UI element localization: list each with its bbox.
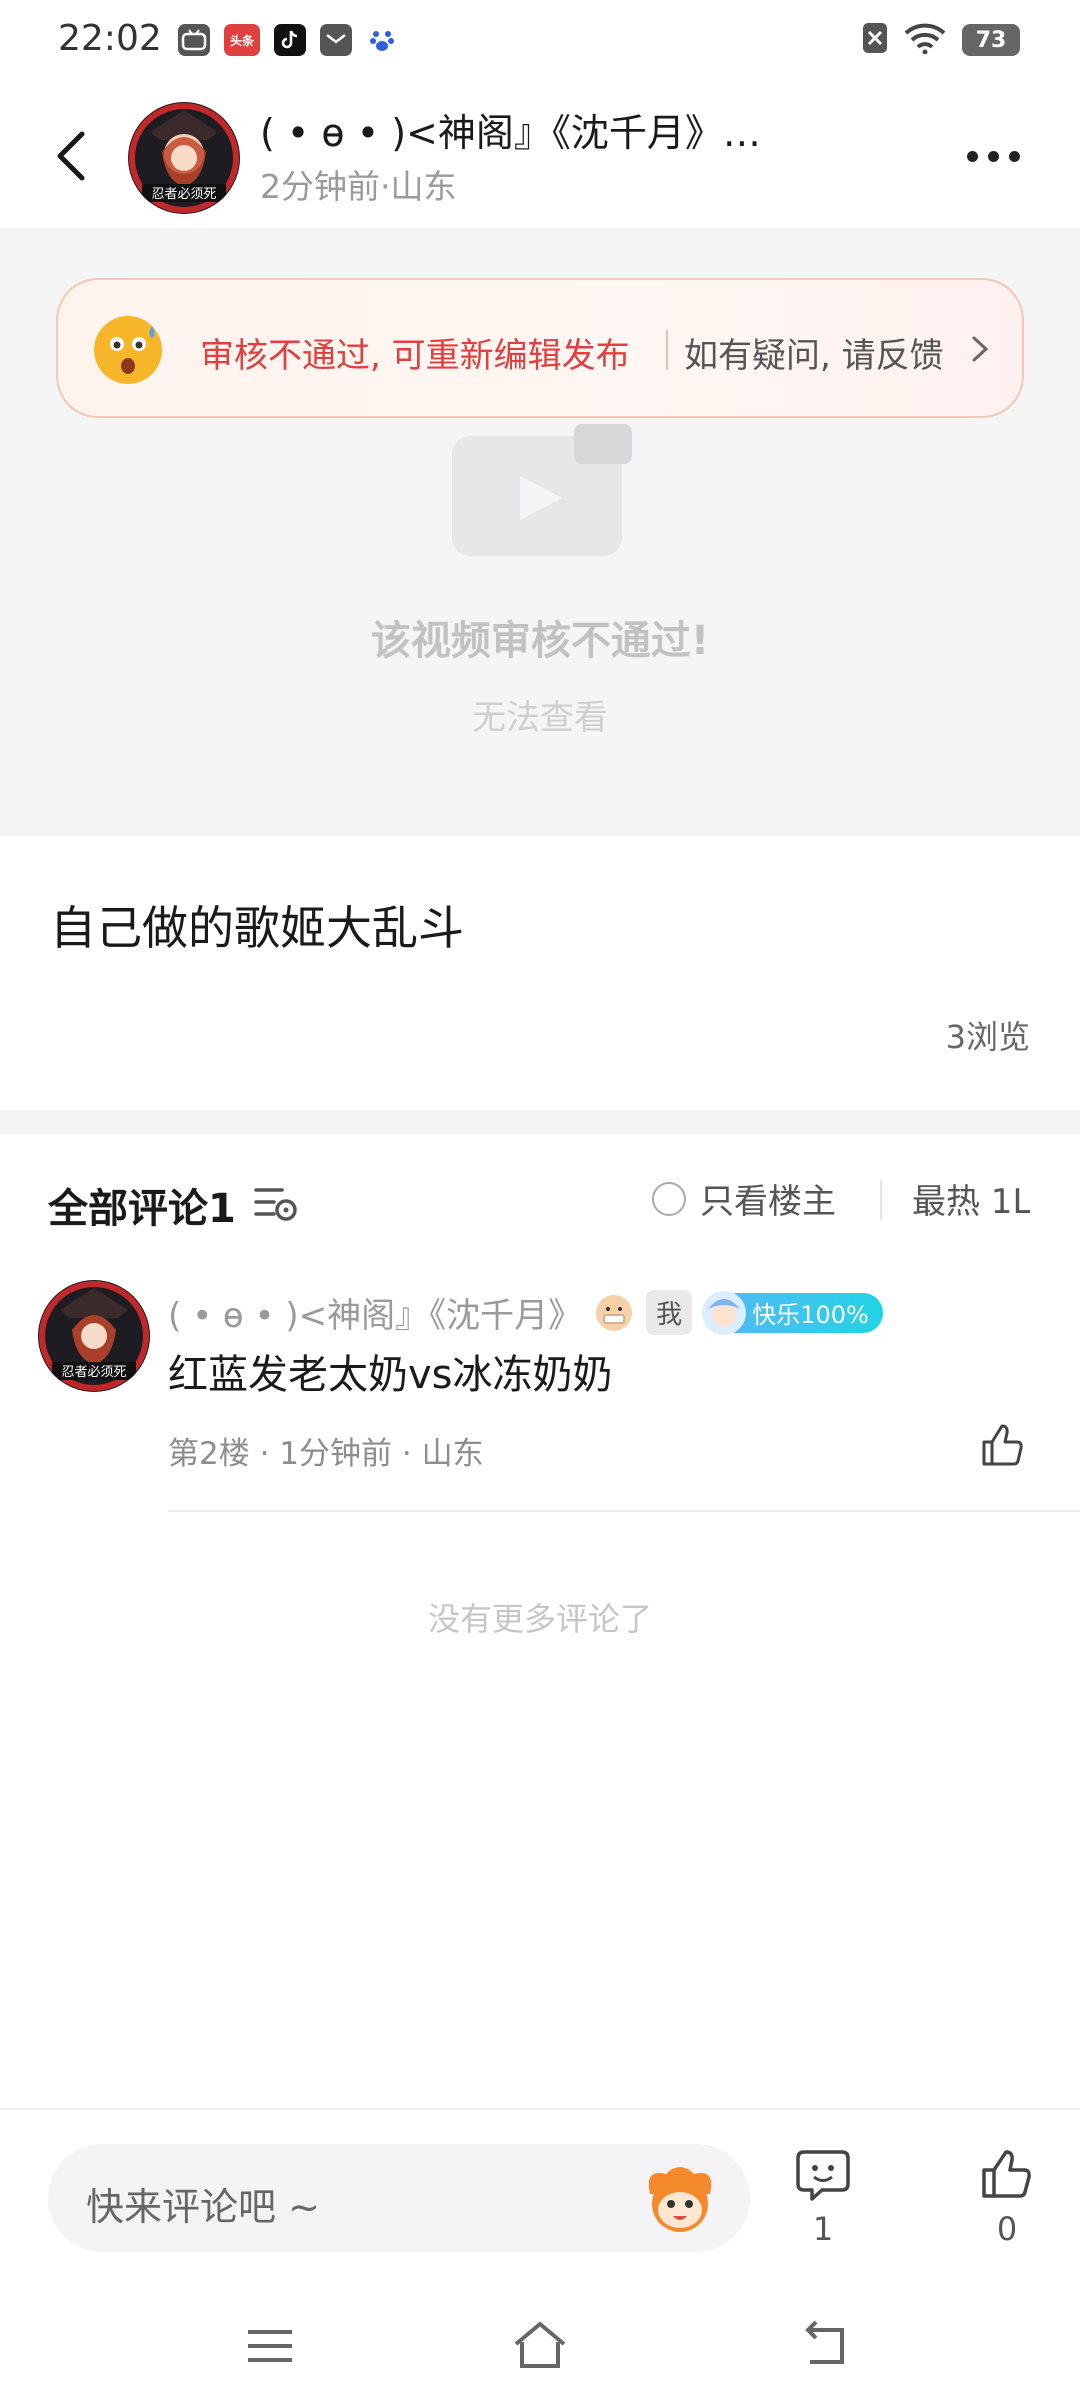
thumbs-up-icon	[982, 2150, 1031, 2198]
header-subtitle: 2分钟前·山东	[260, 167, 457, 206]
comment-author[interactable]: ( • ɵ • )<神阁』《沈千月》	[168, 1288, 582, 1337]
back-arrow-icon	[57, 131, 85, 181]
post-title: 自己做的歌姬大乱斗	[50, 901, 464, 955]
system-nav-bar	[0, 2292, 1080, 2402]
chevron-right-icon	[968, 330, 992, 368]
anime-character-icon	[698, 1287, 750, 1339]
comment-meta: ( • ɵ • )<神阁』《沈千月》 我 快乐100%	[168, 1288, 883, 1337]
menu-icon[interactable]	[240, 2316, 300, 2376]
more-dot	[966, 150, 978, 162]
sort-hot-button[interactable]: 最热 1L	[912, 1174, 1030, 1223]
more-dot	[987, 150, 999, 162]
post-header: 忍者必须死 ( • ɵ • )<神阁』《沈千月》… 2分钟前·山东	[0, 88, 1080, 228]
no-more-comments: 没有更多评论了	[427, 1600, 652, 1638]
badge-me: 我	[646, 1290, 693, 1335]
comment-count-button[interactable]: 1	[778, 2146, 868, 2248]
header-separator	[880, 1180, 882, 1220]
bilibili-tv-icon	[178, 24, 210, 56]
mail-box-icon	[320, 24, 352, 56]
like-count: 0	[996, 2210, 1018, 2248]
video-fail-subtext: 无法查看	[472, 698, 608, 738]
level-face-icon	[594, 1293, 634, 1333]
svg-text:忍者必须死: 忍者必须死	[151, 187, 216, 202]
badge-happy: 快乐100%	[702, 1290, 883, 1335]
filter-list-icon[interactable]	[252, 1178, 300, 1226]
comment-input-placeholder: 快来评论吧 ~	[86, 2185, 320, 2229]
only-owner-label: 只看楼主	[700, 1182, 836, 1222]
comment-count: 1	[812, 2210, 834, 2248]
video-fail-text: 该视频审核不通过!	[370, 618, 710, 664]
comment-bubble-icon	[796, 2150, 850, 2201]
svg-text:忍者必须死: 忍者必须死	[61, 1365, 126, 1380]
review-failed-text: 审核不通过, 可重新编辑发布	[200, 336, 630, 376]
only-owner-toggle[interactable]: 只看楼主	[652, 1174, 836, 1223]
battery-indicator: 73	[962, 24, 1020, 56]
sim-off-icon	[862, 22, 888, 58]
thumbs-up-icon	[982, 1424, 1023, 1466]
toutiao-icon: 头条	[224, 24, 260, 56]
banner-divider	[666, 330, 668, 370]
tiktok-icon	[274, 24, 306, 56]
comment-text: 红蓝发老太奶vs冰冻奶奶	[168, 1352, 613, 1398]
status-bar: 22:02 头条 73	[0, 0, 1080, 84]
comment-divider	[168, 1510, 1080, 1512]
more-dot	[1008, 150, 1020, 162]
video-area: 审核不通过, 可重新编辑发布 如有疑问, 请反馈 该视频审核不通过! 无法查看	[0, 228, 1080, 836]
back-button[interactable]	[46, 124, 100, 188]
baidu-icon	[366, 24, 398, 56]
header-title: ( • ɵ • )<神阁』《沈千月》…	[260, 111, 761, 155]
status-time: 22:02	[58, 18, 162, 59]
more-options-button[interactable]	[958, 136, 1028, 176]
view-count: 3浏览	[945, 1018, 1030, 1056]
shocked-emoji-icon	[92, 314, 164, 386]
author-avatar[interactable]: 忍者必须死	[128, 102, 240, 214]
commenter-avatar[interactable]: 忍者必须死	[38, 1280, 150, 1392]
comments-header: 全部评论1 只看楼主 最热 1L	[0, 1134, 1080, 1264]
badge-happy-text: 快乐100%	[752, 1301, 869, 1329]
back-nav-icon[interactable]	[796, 2316, 856, 2376]
wifi-icon	[904, 22, 946, 58]
home-icon[interactable]	[510, 2316, 570, 2376]
notification-icons: 头条	[178, 24, 398, 56]
review-failed-banner[interactable]: 审核不通过, 可重新编辑发布 如有疑问, 请反馈	[56, 278, 1024, 418]
only-owner-radio[interactable]	[652, 1181, 686, 1216]
comment-item: 忍者必须死 ( • ɵ • )<神阁』《沈千月》 我 快乐100% 红蓝发老太奶…	[0, 1264, 1080, 1514]
post-detail-page: 22:02 头条 73 忍者必须死 (• ɵ •)<神阁』《沈千月》… 2分…	[0, 0, 1080, 2408]
video-placeholder-icon	[448, 406, 638, 566]
section-divider	[0, 1110, 1080, 1134]
comments-title: 全部评论1	[48, 1186, 236, 1232]
mascot-emoji-icon[interactable]	[640, 2160, 720, 2236]
bottom-bar: 快来评论吧 ~ 1 0	[0, 2108, 1080, 2408]
comment-like-button[interactable]	[978, 1420, 1028, 1470]
feedback-link[interactable]: 如有疑问, 请反馈	[684, 328, 944, 377]
post-like-button[interactable]: 0	[962, 2146, 1052, 2248]
comment-input[interactable]: 快来评论吧 ~	[48, 2144, 750, 2252]
comment-info: 第2楼 · 1分钟前 · 山东	[168, 1436, 484, 1472]
system-status-icons: 73	[862, 22, 1020, 58]
